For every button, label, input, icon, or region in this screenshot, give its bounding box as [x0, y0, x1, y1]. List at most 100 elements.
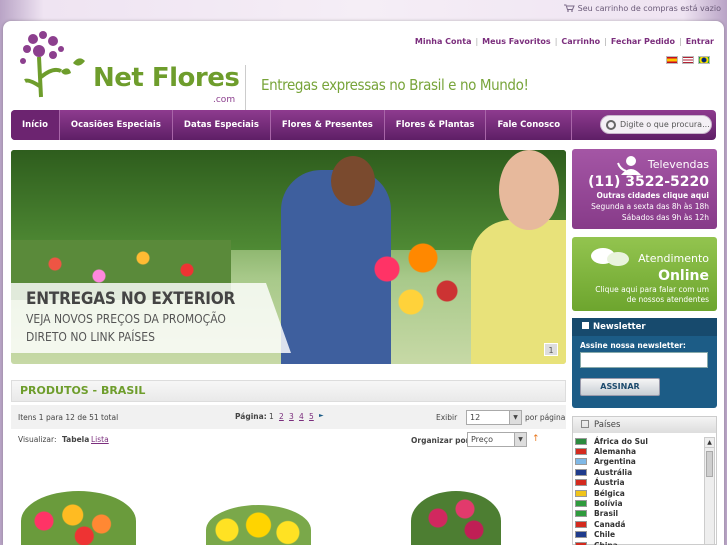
- atendimento-title: Atendimento: [638, 252, 709, 265]
- page-4[interactable]: 4: [299, 412, 304, 421]
- country-item[interactable]: Bélgica: [575, 488, 703, 498]
- televendas-hours1: Segunda a sexta das 8h às 18h: [591, 202, 709, 211]
- user-menu: Minha Conta | Meus Favoritos | Carrinho | Fech…: [414, 37, 714, 46]
- page-3[interactable]: 3: [289, 412, 294, 421]
- search-placeholder: Digite o que procura...: [620, 120, 710, 129]
- country-name: China: [594, 541, 618, 545]
- sort-direction-icon[interactable]: ↑: [532, 434, 540, 444]
- country-item[interactable]: Austrália: [575, 467, 703, 477]
- sort-select[interactable]: Preço ▼: [467, 432, 527, 447]
- country-item[interactable]: Canadá: [575, 519, 703, 529]
- chat-bubbles-icon: [591, 248, 629, 266]
- nav-fale-conosco[interactable]: Fale Conosco: [486, 110, 573, 140]
- nav-flores-presentes[interactable]: Flores & Presentes: [271, 110, 385, 140]
- country-item[interactable]: Argentina: [575, 457, 703, 467]
- tagline: Entregas expressas no Brasil e no Mundo!: [261, 76, 529, 94]
- televendas-title: Televendas: [647, 158, 709, 171]
- per-page-label: por página: [525, 413, 566, 422]
- nav-flores-plantas[interactable]: Flores & Plantas: [385, 110, 487, 140]
- country-name: Áustria: [594, 478, 625, 488]
- country-name: África do Sul: [594, 436, 648, 446]
- page: Net Flores .com Entregas expressas no Br…: [3, 21, 724, 545]
- globe-icon: [581, 420, 589, 428]
- view-label: Visualizar:: [18, 435, 57, 444]
- products-heading: PRODUTOS - BRASIL: [11, 380, 566, 402]
- country-flag-icon: [575, 458, 587, 466]
- cart-icon: [563, 4, 575, 12]
- nav-ocasioes[interactable]: Ocasiões Especiais: [60, 110, 173, 140]
- bouquet-image: [351, 225, 471, 335]
- cart-status[interactable]: Seu carrinho de compras está vazio: [563, 4, 721, 13]
- product-image[interactable]: [21, 491, 136, 545]
- country-name: Austrália: [594, 467, 633, 477]
- banner-line3: DIRETO NO LINK PAÍSES: [26, 330, 155, 344]
- country-flag-icon: [575, 531, 587, 539]
- logo[interactable]: Net Flores .com: [13, 27, 243, 107]
- product-grid: [11, 461, 566, 545]
- countries-title: Países: [594, 420, 621, 430]
- items-count: Itens 1 para 12 de 51 total: [18, 413, 119, 422]
- country-name: Brasil: [594, 509, 619, 519]
- chevron-down-icon: ▼: [509, 411, 521, 424]
- spanish-flag-icon[interactable]: [666, 56, 678, 64]
- nav-inicio[interactable]: Início: [11, 110, 60, 140]
- televendas-box[interactable]: Televendas (11) 3522-5220 Outras cidades…: [572, 149, 717, 229]
- televendas-other: Outras cidades clique aqui: [596, 191, 709, 200]
- country-name: Alemanha: [594, 447, 637, 457]
- phone-person-icon: [617, 156, 641, 175]
- view-sort-bar: Visualizar: Tabela Lista Organizar por P…: [11, 429, 566, 451]
- search-icon: [606, 119, 616, 130]
- checkout-link[interactable]: Fechar Pedido: [611, 37, 675, 46]
- main-nav: Início Ocasiões Especiais Datas Especiai…: [11, 110, 716, 140]
- atendimento-desc1: Clique aqui para falar com um: [595, 285, 709, 294]
- view-list-link[interactable]: Lista: [91, 435, 109, 444]
- country-flag-icon: [575, 541, 587, 545]
- subscribe-button[interactable]: ASSINAR: [580, 378, 660, 396]
- country-item[interactable]: Brasil: [575, 509, 703, 519]
- page-1[interactable]: 1: [269, 412, 274, 421]
- televendas-phone: (11) 3522-5220: [588, 174, 709, 190]
- country-item[interactable]: Alemanha: [575, 446, 703, 456]
- newsletter-icon: [582, 322, 589, 329]
- country-name: Canadá: [594, 519, 626, 529]
- search-input[interactable]: Digite o que procura...: [600, 115, 712, 134]
- newsletter-box: Newsletter Assine nossa newsletter: ASSI…: [572, 318, 717, 408]
- product-image[interactable]: [411, 491, 501, 545]
- country-item[interactable]: Chile: [575, 530, 703, 540]
- my-account-link[interactable]: Minha Conta: [415, 37, 472, 46]
- page-2[interactable]: 2: [279, 412, 284, 421]
- show-label: Exibir: [436, 413, 458, 422]
- country-item[interactable]: Bolívia: [575, 498, 703, 508]
- newsletter-email-field[interactable]: [580, 352, 708, 368]
- country-flag-icon: [575, 448, 587, 456]
- cart-status-text: Seu carrinho de compras está vazio: [577, 4, 721, 13]
- next-page-icon[interactable]: ►: [319, 412, 324, 419]
- nav-datas[interactable]: Datas Especiais: [173, 110, 271, 140]
- per-page-select[interactable]: 12 ▼: [466, 410, 522, 425]
- country-name: Chile: [594, 530, 616, 540]
- country-flag-icon: [575, 437, 587, 445]
- country-flag-icon: [575, 468, 587, 476]
- country-item[interactable]: China: [575, 540, 703, 545]
- cart-link[interactable]: Carrinho: [561, 37, 600, 46]
- atendimento-desc2: de nossos atendentes: [626, 295, 709, 304]
- country-item[interactable]: África do Sul: [575, 436, 703, 446]
- login-link[interactable]: Entrar: [686, 37, 714, 46]
- brazil-flag-icon[interactable]: [698, 56, 710, 64]
- brand-name: Net Flores: [93, 63, 240, 93]
- banner-page-indicator[interactable]: 1: [544, 343, 558, 356]
- scroll-up-icon[interactable]: ▲: [705, 438, 714, 448]
- atendimento-box[interactable]: Atendimento Online Clique aqui para fala…: [572, 237, 717, 311]
- product-image[interactable]: [206, 505, 311, 545]
- page-5[interactable]: 5: [309, 412, 314, 421]
- chevron-down-icon: ▼: [514, 433, 526, 446]
- flower-logo-icon: [20, 31, 85, 98]
- favorites-link[interactable]: Meus Favoritos: [482, 37, 551, 46]
- country-name: Bélgica: [594, 488, 625, 498]
- countries-scrollbar[interactable]: ▲: [704, 437, 715, 545]
- country-item[interactable]: Áustria: [575, 478, 703, 488]
- scroll-thumb[interactable]: [706, 451, 713, 477]
- english-flag-icon[interactable]: [682, 56, 694, 64]
- promo-banner[interactable]: ENTREGAS NO EXTERIOR VEJA NOVOS PREÇOS D…: [11, 150, 566, 364]
- banner-line2: VEJA NOVOS PREÇOS DA PROMOÇÃO: [26, 312, 226, 326]
